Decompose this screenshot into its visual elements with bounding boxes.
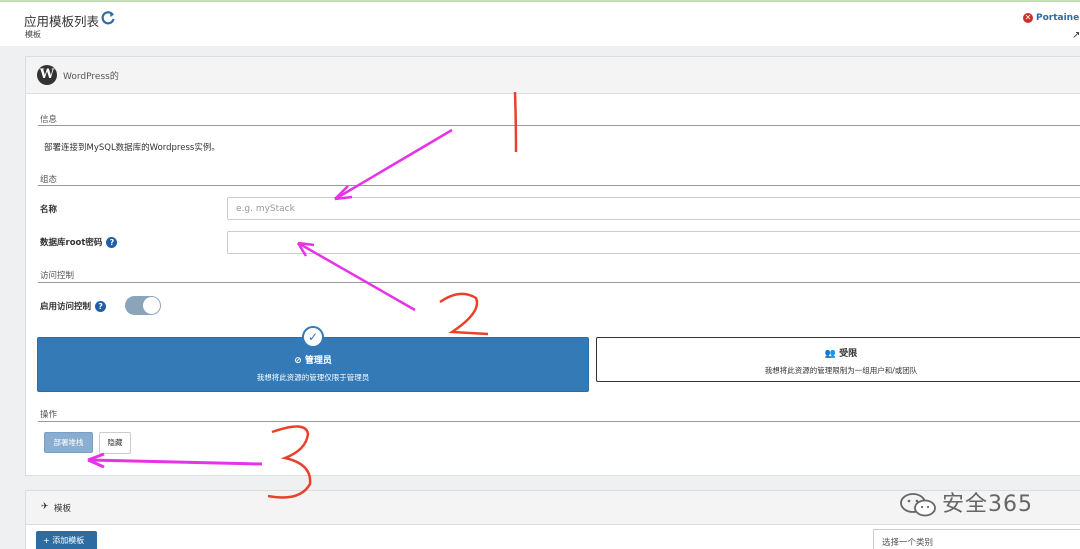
access-control-toggle[interactable] bbox=[125, 296, 161, 315]
templates-title: 模板 bbox=[54, 504, 72, 514]
wrench-icon[interactable]: ↗ bbox=[1072, 30, 1080, 41]
check-circle-icon: ✓ bbox=[302, 326, 324, 348]
add-template-label: 添加模板 bbox=[52, 536, 85, 545]
plus-icon: + bbox=[43, 536, 50, 545]
add-template-button[interactable]: + 添加模板 bbox=[36, 531, 97, 549]
admin-option-title-text: 管理员 bbox=[304, 356, 332, 366]
rocket-icon: ✈ bbox=[41, 502, 49, 512]
divider bbox=[38, 282, 1080, 283]
portainer-link[interactable]: ✕ Portaine bbox=[1023, 13, 1079, 23]
template-description: 部署连接到MySQL数据库的Wordpress实例。 bbox=[44, 143, 220, 153]
db-password-label-text: 数据库root密码 bbox=[40, 238, 103, 248]
actions-section-label: 操作 bbox=[40, 410, 58, 420]
wechat-icon bbox=[900, 493, 936, 517]
admin-option-description: 我想将此资源的管理仅限于管理员 bbox=[256, 373, 370, 382]
category-select[interactable]: 选择一个类别 bbox=[873, 529, 1080, 549]
breadcrumb[interactable]: 模板 bbox=[25, 29, 41, 40]
restricted-option-description: 我想将此资源的管理限制为一组用户和/或团队 bbox=[764, 366, 918, 375]
name-label: 名称 bbox=[40, 205, 58, 215]
admin-option-title: ⊘ 管理员 bbox=[38, 353, 588, 366]
info-section-label: 信息 bbox=[40, 115, 58, 125]
question-circle-icon[interactable]: ? bbox=[106, 237, 118, 248]
page-header: 应用模板列表 模板 ✕ Portaine ↗ bbox=[0, 0, 1080, 46]
hide-button[interactable]: 隐藏 bbox=[99, 432, 131, 454]
close-circle-icon: ✕ bbox=[1023, 13, 1033, 23]
enable-access-control-label: 启用访问控制? bbox=[40, 300, 107, 312]
template-form-header: W WordPress的 bbox=[26, 57, 1080, 94]
divider bbox=[38, 421, 1080, 422]
page-title: 应用模板列表 bbox=[24, 14, 100, 29]
restricted-option-card[interactable]: 👥 受限 我想将此资源的管理限制为一组用户和/或团队 bbox=[596, 337, 1080, 382]
access-control-section-label: 访问控制 bbox=[40, 271, 75, 281]
db-password-label: 数据库root密码? bbox=[40, 236, 118, 248]
enable-access-control-label-text: 启用访问控制 bbox=[40, 302, 92, 312]
toggle-knob bbox=[143, 297, 160, 314]
portainer-link-label: Portaine bbox=[1036, 13, 1080, 23]
watermark-text: 安全365 bbox=[942, 492, 1033, 517]
config-section-label: 组态 bbox=[40, 175, 58, 185]
divider bbox=[38, 125, 1080, 126]
users-icon: 👥 bbox=[824, 349, 837, 359]
template-name: WordPress的 bbox=[63, 72, 119, 82]
refresh-icon[interactable] bbox=[100, 10, 116, 26]
name-input[interactable] bbox=[227, 197, 1080, 220]
restricted-option-title-text: 受限 bbox=[839, 349, 858, 359]
deploy-stack-button[interactable]: 部署堆栈 bbox=[44, 432, 93, 453]
db-password-input[interactable] bbox=[227, 231, 1080, 254]
divider bbox=[38, 185, 1080, 186]
template-form-widget: W WordPress的 信息 部署连接到MySQL数据库的Wordpress实… bbox=[25, 56, 1080, 476]
restricted-option-title: 👥 受限 bbox=[597, 346, 1080, 359]
wordpress-logo: W bbox=[37, 65, 57, 85]
eye-slash-icon: ⊘ bbox=[294, 356, 302, 366]
question-circle-icon[interactable]: ? bbox=[95, 301, 107, 312]
watermark: 安全365 bbox=[898, 486, 1033, 518]
